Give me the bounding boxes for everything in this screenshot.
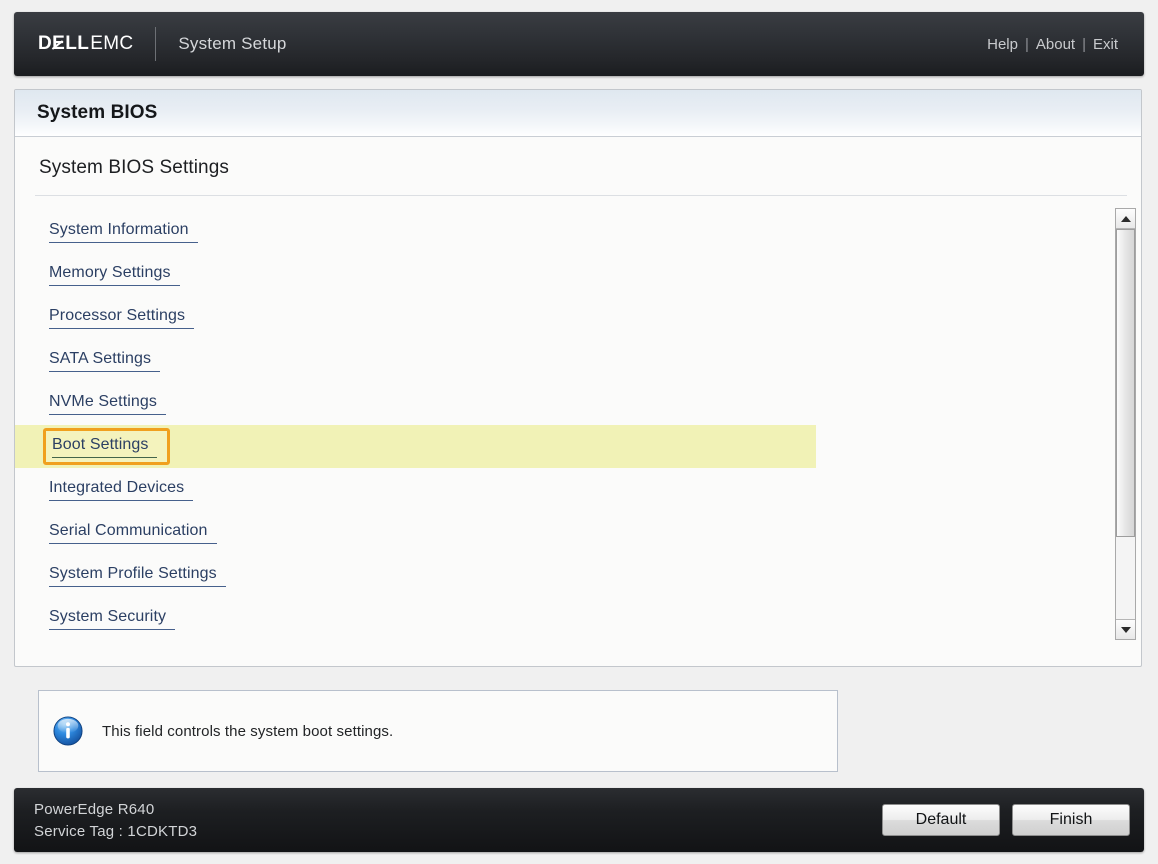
settings-menu-row[interactable]: NVMe Settings: [15, 382, 1101, 425]
menu-item-system-profile-settings[interactable]: System Profile Settings: [49, 564, 226, 587]
subtitle-divider: [35, 195, 1127, 196]
settings-menu: System Information Memory Settings Process…: [15, 204, 1101, 640]
app-title: System Setup: [178, 34, 287, 53]
help-link[interactable]: Help: [987, 36, 1018, 53]
header-links: Help | About | Exit: [987, 36, 1118, 53]
help-text: This field controls the system boot sett…: [102, 722, 394, 740]
emc-wordmark: EMC: [90, 33, 134, 54]
page-subtitle: System BIOS Settings: [39, 157, 229, 178]
settings-list-area: System Information Memory Settings Process…: [15, 204, 1141, 644]
menu-item-sata-settings[interactable]: SATA Settings: [49, 349, 161, 372]
menu-item-integrated-devices[interactable]: Integrated Devices: [49, 478, 194, 501]
link-separator: |: [1024, 35, 1029, 53]
triangle-down-icon: [1120, 626, 1131, 633]
page-title: System BIOS: [37, 102, 158, 123]
menu-item-system-security[interactable]: System Security: [49, 607, 176, 630]
menu-item-nvme-settings[interactable]: NVMe Settings: [49, 392, 167, 415]
dell-emc-logo: DELL EMC: [38, 33, 133, 55]
exit-link[interactable]: Exit: [1093, 36, 1118, 53]
scroll-down-button[interactable]: [1116, 619, 1135, 639]
settings-scrollbar[interactable]: [1115, 208, 1136, 640]
app-footer: PowerEdge R640 Service Tag : 1CDKTD3 Def…: [14, 788, 1144, 852]
settings-menu-row[interactable]: System Information: [15, 210, 1101, 253]
settings-menu-row[interactable]: SATA Settings: [15, 339, 1101, 382]
settings-menu-row[interactable]: System Security: [15, 597, 1101, 640]
finish-button[interactable]: Finish: [1012, 804, 1130, 836]
link-separator: |: [1082, 35, 1086, 53]
scrollbar-track[interactable]: [1116, 229, 1135, 619]
footer-buttons: Default Finish: [882, 804, 1130, 836]
panel-header: System BIOS: [15, 90, 1141, 137]
about-link[interactable]: About: [1036, 36, 1075, 53]
app-header: DELL EMC System Setup Help | About | Exi…: [14, 12, 1144, 76]
settings-menu-row[interactable]: Processor Settings: [15, 296, 1101, 339]
service-tag: Service Tag : 1CDKTD3: [34, 822, 198, 840]
settings-menu-row[interactable]: Boot Settings: [15, 425, 816, 468]
header-divider: [155, 27, 157, 61]
system-bios-panel: System BIOS System BIOS Settings System …: [14, 89, 1142, 667]
menu-item-processor-settings[interactable]: Processor Settings: [49, 306, 195, 329]
help-panel: This field controls the system boot sett…: [38, 690, 838, 772]
menu-item-system-information[interactable]: System Information: [49, 220, 198, 243]
scroll-up-button[interactable]: [1116, 209, 1135, 229]
focused-menu-item-boot-settings[interactable]: Boot Settings: [43, 428, 171, 465]
triangle-up-icon: [1120, 215, 1131, 222]
system-info: PowerEdge R640 Service Tag : 1CDKTD3: [34, 801, 197, 840]
settings-menu-row[interactable]: Serial Communication: [15, 511, 1101, 554]
settings-menu-row[interactable]: Memory Settings: [15, 253, 1101, 296]
settings-menu-row[interactable]: System Profile Settings: [15, 554, 1101, 597]
dell-slashed-e-icon: E: [52, 33, 66, 54]
menu-item-memory-settings[interactable]: Memory Settings: [49, 263, 180, 286]
settings-menu-row[interactable]: Integrated Devices: [15, 468, 1101, 511]
menu-item-label[interactable]: Boot Settings: [52, 435, 158, 458]
system-model: PowerEdge R640: [34, 800, 155, 818]
scrollbar-thumb[interactable]: [1116, 229, 1135, 538]
menu-item-serial-communication[interactable]: Serial Communication: [49, 521, 217, 544]
default-button[interactable]: Default: [882, 804, 1000, 836]
dell-wordmark: DELL: [38, 33, 90, 54]
info-icon: [53, 716, 83, 746]
